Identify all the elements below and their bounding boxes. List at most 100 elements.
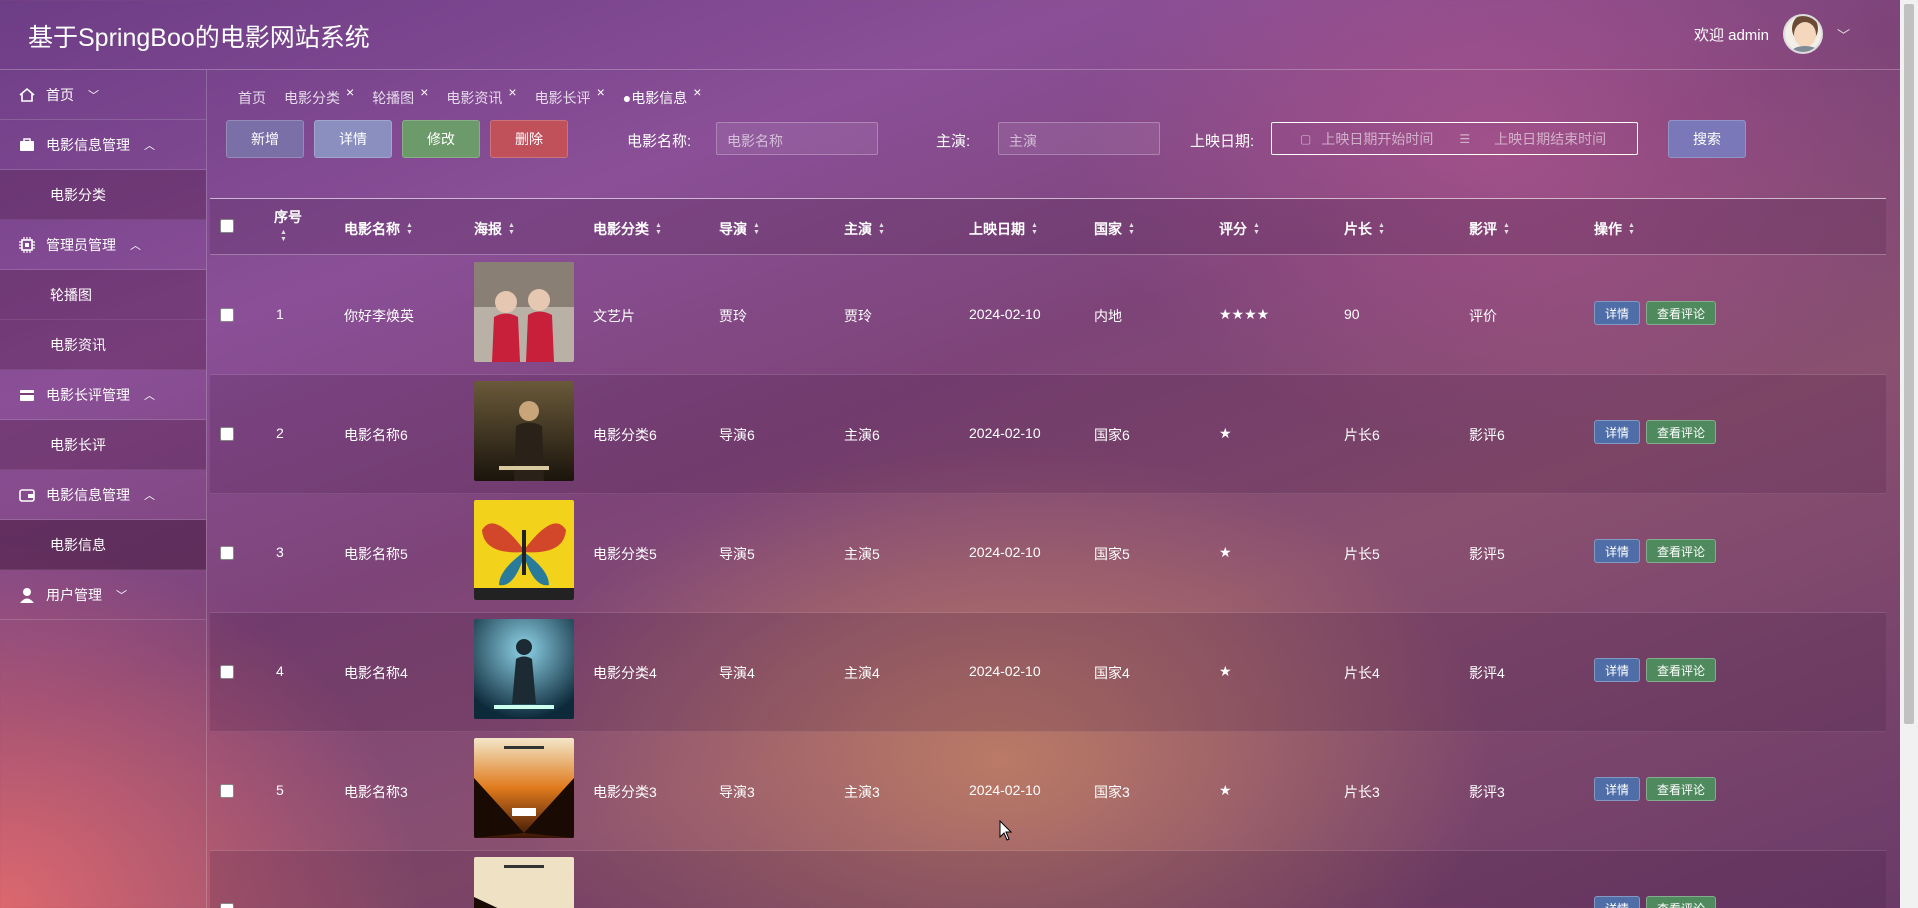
tab-home[interactable]: 首页	[238, 88, 266, 108]
row-comments-button[interactable]: 查看评论	[1646, 420, 1716, 444]
row-checkbox[interactable]	[220, 665, 234, 679]
chevron-down-icon[interactable]: ﹀	[1837, 25, 1850, 44]
cell-length: 片长3	[1344, 784, 1380, 800]
date-start-input[interactable]: 上映日期开始时间	[1321, 129, 1433, 149]
row-detail-button[interactable]: 详情	[1594, 420, 1640, 444]
row-checkbox[interactable]	[220, 784, 234, 798]
sidebar-item-label: 首页	[46, 86, 74, 103]
sidebar-item-label: 电影信息管理	[46, 486, 130, 503]
col-rating[interactable]: 评分 ▲ ▼	[1219, 219, 1260, 239]
cell-actor: 主演6	[844, 427, 880, 443]
date-end-input[interactable]: 上映日期结束时间	[1494, 129, 1606, 149]
sidebar-item-home[interactable]: 首页 ﹀	[0, 70, 206, 120]
col-name[interactable]: 电影名称 ▲ ▼	[344, 219, 413, 239]
tab-movie-category[interactable]: 电影分类 ×	[284, 84, 354, 108]
sort-icon[interactable]: ▲ ▼	[1628, 222, 1635, 236]
col-category[interactable]: 电影分类 ▲ ▼	[593, 219, 662, 239]
movie-name-input[interactable]: 电影名称	[716, 122, 878, 155]
sort-icon[interactable]: ▲ ▼	[1253, 222, 1260, 236]
close-icon[interactable]: ×	[693, 84, 701, 100]
sort-icon[interactable]: ▲ ▼	[280, 229, 287, 243]
tab-carousel[interactable]: 轮播图 ×	[372, 84, 428, 108]
scrollbar-thumb[interactable]	[1904, 4, 1914, 724]
detail-button[interactable]: 详情	[314, 120, 392, 158]
col-actor[interactable]: 主演 ▲ ▼	[844, 219, 885, 239]
col-length[interactable]: 片长 ▲ ▼	[1344, 219, 1385, 239]
select-all-checkbox[interactable]	[220, 219, 234, 233]
sort-icon[interactable]: ▲ ▼	[1128, 222, 1135, 236]
sidebar-group-users[interactable]: 用户管理 ﹀	[0, 570, 206, 620]
row-checkbox[interactable]	[220, 427, 234, 441]
col-director[interactable]: 导演 ▲ ▼	[719, 219, 760, 239]
add-button[interactable]: 新增	[226, 120, 304, 158]
cell-length: 90	[1344, 306, 1360, 322]
sort-icon[interactable]: ▲ ▼	[1378, 222, 1385, 236]
table-row[interactable]: 3 电影名称5 电影分类5 导演5 主演5 2024-02-10 国家5 ★ 片…	[210, 494, 1886, 613]
row-detail-button[interactable]: 详情	[1594, 777, 1640, 801]
user-menu[interactable]: 欢迎 admin ﹀	[1694, 14, 1850, 54]
cell-actor: 主演4	[844, 665, 880, 681]
col-actions[interactable]: 操作 ▲ ▼	[1594, 219, 1635, 239]
close-icon[interactable]: ×	[346, 84, 354, 100]
table-row[interactable]: 4 电影名称4 电影分类4 导演4 主演4 2024-02-10 国家4 ★ 片…	[210, 613, 1886, 732]
sidebar-group-movie-info-2[interactable]: 电影信息管理 ︿	[0, 470, 206, 520]
delete-button[interactable]: 删除	[490, 120, 568, 158]
sidebar-item-long-review[interactable]: 电影长评	[0, 420, 206, 470]
row-comments-button[interactable]: 查看评论	[1646, 777, 1716, 801]
row-checkbox[interactable]	[220, 546, 234, 560]
row-comments-button[interactable]: 查看评论	[1646, 658, 1716, 682]
table-row[interactable]: 5 电影名称3 电影分类3 导演3 主演3 2024-02-10 国家3 ★ 片…	[210, 732, 1886, 851]
actor-input[interactable]: 主演	[998, 122, 1160, 155]
main-content: 首页 电影分类 × 轮播图 × 电影资讯 × 电影长评 × ●电影信息 × 新增 详情 修…	[208, 70, 1900, 908]
row-comments-button[interactable]: 查看评论	[1646, 301, 1716, 325]
table-row[interactable]: 详情 查看评论	[210, 851, 1886, 908]
row-comments-button[interactable]: 查看评论	[1646, 896, 1716, 908]
release-date-range[interactable]: ▢ 上映日期开始时间 ☰ 上映日期结束时间	[1271, 122, 1638, 155]
row-detail-button[interactable]: 详情	[1594, 896, 1640, 908]
row-detail-button[interactable]: 详情	[1594, 658, 1640, 682]
row-checkbox[interactable]	[220, 903, 234, 908]
tab-label: 轮播图	[372, 90, 415, 106]
close-icon[interactable]: ×	[597, 84, 605, 100]
row-detail-button[interactable]: 详情	[1594, 301, 1640, 325]
sidebar-item-carousel[interactable]: 轮播图	[0, 270, 206, 320]
sidebar-item-movie-info[interactable]: 电影信息	[0, 520, 206, 570]
col-id[interactable]: 序号 ▲ ▼	[274, 207, 302, 243]
tab-long-review[interactable]: 电影长评 ×	[535, 84, 605, 108]
col-review[interactable]: 影评 ▲ ▼	[1469, 219, 1510, 239]
tab-movie-news[interactable]: 电影资讯 ×	[446, 84, 516, 108]
tab-movie-info[interactable]: ●电影信息 ×	[623, 84, 702, 108]
col-poster[interactable]: 海报 ▲ ▼	[474, 219, 515, 239]
sidebar-group-long-review[interactable]: 电影长评管理 ︿	[0, 370, 206, 420]
sidebar-item-movie-category[interactable]: 电影分类	[0, 170, 206, 220]
sort-icon[interactable]: ▲ ▼	[753, 222, 760, 236]
sort-icon[interactable]: ▲ ▼	[655, 222, 662, 236]
page-scrollbar[interactable]	[1900, 0, 1918, 908]
row-checkbox[interactable]	[220, 308, 234, 322]
sort-icon[interactable]: ▲ ▼	[878, 222, 885, 236]
sidebar-item-movie-news[interactable]: 电影资讯	[0, 320, 206, 370]
row-comments-button[interactable]: 查看评论	[1646, 539, 1716, 563]
table-row[interactable]: 2 电影名称6 电影分类6 导演6 主演6 2024-02-10 国家6 ★ 片…	[210, 375, 1886, 494]
sort-icon[interactable]: ▲ ▼	[1031, 222, 1038, 236]
close-icon[interactable]: ×	[508, 84, 516, 100]
close-icon[interactable]: ×	[420, 84, 428, 100]
row-detail-button[interactable]: 详情	[1594, 539, 1640, 563]
col-release-date[interactable]: 上映日期 ▲ ▼	[969, 219, 1038, 239]
sort-icon[interactable]: ▲ ▼	[1503, 222, 1510, 236]
edit-button[interactable]: 修改	[402, 120, 480, 158]
cell-country: 国家5	[1094, 546, 1130, 562]
table-row[interactable]: 1 你好李焕英 文艺片 贾玲 贾玲 2024-02-10 内地 ★★★★ 90 …	[210, 256, 1886, 375]
cell-release-date: 2024-02-10	[969, 306, 1041, 322]
search-button[interactable]: 搜索	[1668, 120, 1746, 158]
cell-length: 片长6	[1344, 427, 1380, 443]
sidebar-group-admin[interactable]: 管理员管理 ︿	[0, 220, 206, 270]
col-country[interactable]: 国家 ▲ ▼	[1094, 219, 1135, 239]
sort-icon[interactable]: ▲ ▼	[508, 222, 515, 236]
sidebar-group-movie-info[interactable]: 电影信息管理 ︿	[0, 120, 206, 170]
mouse-cursor-icon	[999, 820, 1013, 841]
avatar[interactable]	[1782, 14, 1823, 54]
sort-icon[interactable]: ▲ ▼	[406, 222, 413, 236]
card-icon	[20, 389, 34, 401]
col-label: 片长	[1344, 221, 1372, 237]
